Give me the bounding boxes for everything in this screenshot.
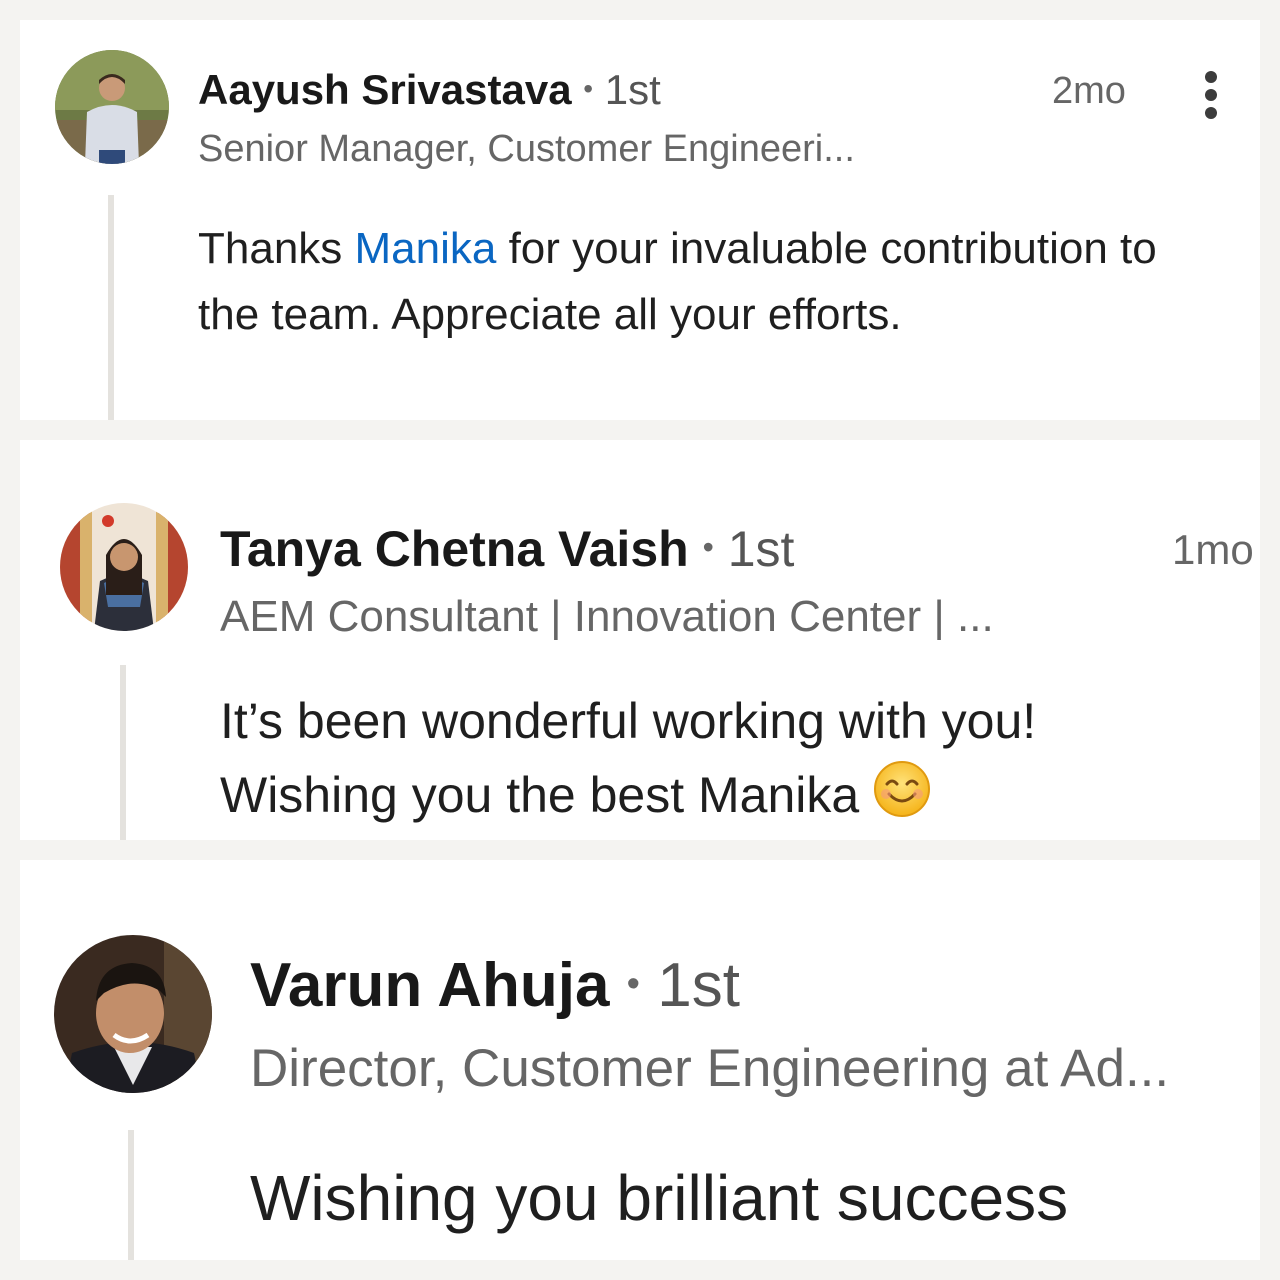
separator-dot: • <box>702 529 714 565</box>
connection-degree: 1st <box>604 66 661 113</box>
author-name-row: Varun Ahuja • 1st <box>250 950 740 1021</box>
author-name[interactable]: Aayush Srivastava <box>198 66 572 113</box>
avatar[interactable] <box>55 50 169 164</box>
author-name-row: Tanya Chetna Vaish • 1st <box>220 520 794 578</box>
comment-text: Thanks Manika for your invaluable contri… <box>198 216 1198 348</box>
author-name[interactable]: Tanya Chetna Vaish <box>220 521 689 577</box>
smiling-face-icon <box>873 760 931 838</box>
comment-text: It’s been wonderful working with you! Wi… <box>220 684 1200 838</box>
author-name-row: Aayush Srivastava • 1st <box>198 66 661 114</box>
mention-link[interactable]: Manika <box>355 224 497 273</box>
connection-degree: 1st <box>657 951 740 1020</box>
comment-text-start: Thanks <box>198 224 355 273</box>
avatar-photo-icon <box>60 503 188 631</box>
vertical-ellipsis-icon <box>1205 71 1217 83</box>
comment-card: Varun Ahuja • 1st Director, Customer Eng… <box>20 860 1260 1260</box>
author-headline: Senior Manager, Customer Engineeri... <box>198 128 855 170</box>
thread-line <box>108 195 114 420</box>
thread-line <box>128 1130 134 1260</box>
vertical-ellipsis-icon-dot <box>1205 107 1217 119</box>
avatar-photo-icon <box>55 50 169 164</box>
author-headline: Director, Customer Engineering at Ad... <box>250 1039 1170 1098</box>
vertical-ellipsis-icon-dot <box>1205 89 1217 101</box>
separator-dot: • <box>583 73 594 104</box>
connection-degree: 1st <box>727 521 795 577</box>
separator-dot: • <box>626 963 640 1005</box>
comment-time: 2mo <box>1052 70 1126 112</box>
author-name[interactable]: Varun Ahuja <box>250 951 609 1020</box>
thread-line <box>120 665 126 840</box>
avatar[interactable] <box>54 935 212 1093</box>
comment-card: Tanya Chetna Vaish • 1st 1mo AEM Consult… <box>20 440 1260 840</box>
comment-card: Aayush Srivastava • 1st 2mo Senior Manag… <box>20 20 1260 420</box>
comment-text: Wishing you brilliant success <box>250 1162 1069 1234</box>
comment-time: 1mo <box>1172 526 1254 573</box>
author-headline: AEM Consultant | Innovation Center | ... <box>220 592 994 641</box>
avatar-photo-icon <box>54 935 212 1093</box>
avatar[interactable] <box>60 503 188 631</box>
more-options-button[interactable] <box>1196 65 1226 125</box>
